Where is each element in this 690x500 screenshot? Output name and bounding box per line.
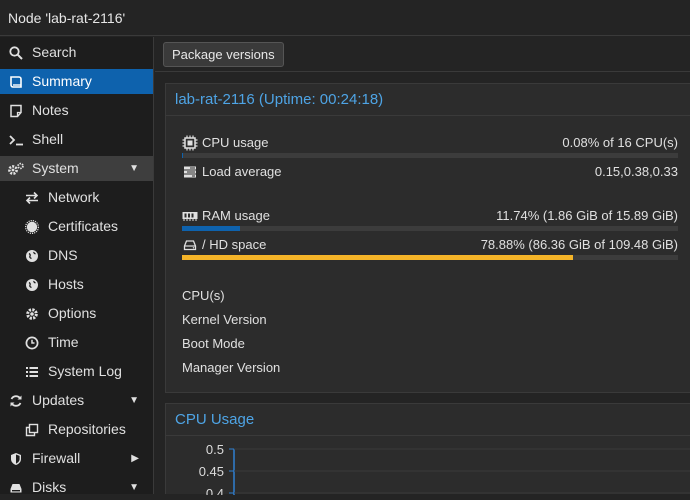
sidebar-item-network[interactable]: Network: [0, 185, 153, 210]
sidebar-item-hosts[interactable]: Hosts: [0, 272, 153, 297]
note-icon: [7, 98, 25, 123]
hd-space-bar: [182, 255, 678, 260]
hd-space-bar-fill: [182, 255, 573, 260]
copy-icon: [23, 417, 41, 442]
sidebar-item-shell[interactable]: Shell: [0, 127, 153, 152]
sidebar-item-repositories[interactable]: Repositories: [0, 417, 153, 442]
refresh-icon: [7, 388, 25, 413]
load-average-label: Load average: [202, 164, 282, 179]
cpu-usage-row: CPU usage 0.08% of 16 CPU(s): [182, 133, 678, 153]
sidebar-item-search[interactable]: Search: [0, 40, 153, 65]
chart-y-tick-label: 0.45: [199, 464, 224, 479]
sidebar-item-summary[interactable]: Summary: [0, 69, 153, 94]
cpu-chart-title: CPU Usage: [175, 411, 254, 428]
sidebar-item-options[interactable]: Options: [0, 301, 153, 326]
caret-right-icon: ▶: [131, 446, 139, 471]
sidebar-item-system-log[interactable]: System Log: [0, 359, 153, 384]
hdd-icon: [7, 475, 25, 500]
sidebar-item-label: DNS: [48, 243, 78, 268]
toolbar: Package versions: [155, 37, 690, 72]
memory-icon: [182, 208, 198, 224]
package-versions-button[interactable]: Package versions: [163, 42, 284, 67]
window-title: Node 'lab-rat-2116': [8, 10, 125, 26]
clock-icon: [23, 330, 41, 355]
load-average-value: 0.15,0.38,0.33: [595, 164, 678, 179]
cpu-usage-chart: 0.50.450.4: [166, 436, 690, 495]
sidebar-item-label: Firewall: [32, 446, 80, 471]
shield-icon: [7, 446, 25, 471]
sidebar-item-label: Hosts: [48, 272, 84, 297]
caret-down-icon: ▼: [129, 475, 139, 500]
load-average-row: Load average 0.15,0.38,0.33: [182, 162, 678, 182]
cpu-usage-chart-svg: 0.50.450.4: [166, 436, 690, 495]
certificate-icon: [23, 214, 41, 239]
search-icon: [7, 40, 25, 65]
chart-y-tick-label: 0.5: [206, 442, 224, 457]
gear-icon: [23, 301, 41, 326]
globe-icon: [23, 272, 41, 297]
cpu-chip-icon: [182, 135, 198, 151]
manager-version-label: Manager Version: [182, 360, 280, 375]
ram-usage-value: 11.74% (1.86 GiB of 15.89 GiB): [496, 208, 678, 223]
sidebar-item-updates[interactable]: Updates ▼: [0, 388, 153, 413]
list-icon: [23, 359, 41, 384]
gears-icon: [7, 156, 25, 181]
hdd-icon: [182, 237, 198, 253]
tasks-icon: [182, 164, 198, 180]
sidebar-item-label: Shell: [32, 127, 63, 152]
sidebar-item-dns[interactable]: DNS: [0, 243, 153, 268]
caret-down-icon: ▼: [129, 388, 139, 413]
sidebar: Search Summary Notes Shell System ▼ Netw…: [0, 37, 154, 494]
boot-mode-label: Boot Mode: [182, 336, 245, 351]
window-titlebar: Node 'lab-rat-2116': [0, 0, 690, 36]
sidebar-item-time[interactable]: Time: [0, 330, 153, 355]
cpu-usage-label: CPU usage: [202, 135, 268, 150]
terminal-icon: [7, 127, 25, 152]
cpu-usage-value: 0.08% of 16 CPU(s): [562, 135, 678, 150]
sidebar-item-label: Disks: [32, 475, 66, 500]
status-panel-header: lab-rat-2116 (Uptime: 00:24:18): [166, 84, 690, 116]
caret-down-icon: ▼: [129, 156, 139, 181]
cpu-usage-bar: [182, 153, 678, 158]
sidebar-item-certificates[interactable]: Certificates: [0, 214, 153, 239]
book-icon: [7, 69, 25, 94]
ram-usage-bar-fill: [182, 226, 240, 231]
sidebar-item-label: Repositories: [48, 417, 126, 442]
ram-usage-bar: [182, 226, 678, 231]
sidebar-item-system[interactable]: System ▼: [0, 156, 153, 181]
sidebar-item-label: Notes: [32, 98, 69, 123]
sidebar-item-label: Certificates: [48, 214, 118, 239]
kernel-version-label: Kernel Version: [182, 312, 267, 327]
status-panel-title: lab-rat-2116 (Uptime: 00:24:18): [175, 91, 383, 108]
ram-usage-row: RAM usage 11.74% (1.86 GiB of 15.89 GiB): [182, 206, 678, 226]
cpu-usage-chart-panel: CPU Usage 0.50.450.4: [165, 403, 690, 494]
cpu-chart-header: CPU Usage: [166, 404, 690, 436]
sidebar-item-label: Network: [48, 185, 99, 210]
sidebar-item-firewall[interactable]: Firewall ▶: [0, 446, 153, 471]
sidebar-item-notes[interactable]: Notes: [0, 98, 153, 123]
hd-space-row: / HD space 78.88% (86.36 GiB of 109.48 G…: [182, 235, 678, 255]
exchange-icon: [23, 185, 41, 210]
sidebar-item-label: System: [32, 156, 79, 181]
sidebar-item-label: Time: [48, 330, 79, 355]
sidebar-item-label: Updates: [32, 388, 84, 413]
sidebar-item-disks[interactable]: Disks ▼: [0, 475, 153, 500]
sidebar-item-label: Options: [48, 301, 96, 326]
sidebar-item-label: Search: [32, 40, 76, 65]
ram-usage-label: RAM usage: [202, 208, 270, 223]
sidebar-item-label: System Log: [48, 359, 122, 384]
sidebar-item-label: Summary: [32, 69, 92, 94]
hd-space-label: / HD space: [202, 237, 266, 252]
hd-space-value: 78.88% (86.36 GiB of 109.48 GiB): [481, 237, 678, 252]
status-panel: lab-rat-2116 (Uptime: 00:24:18) CPU usag…: [165, 83, 690, 393]
globe-icon: [23, 243, 41, 268]
cpus-info-label: CPU(s): [182, 288, 225, 303]
